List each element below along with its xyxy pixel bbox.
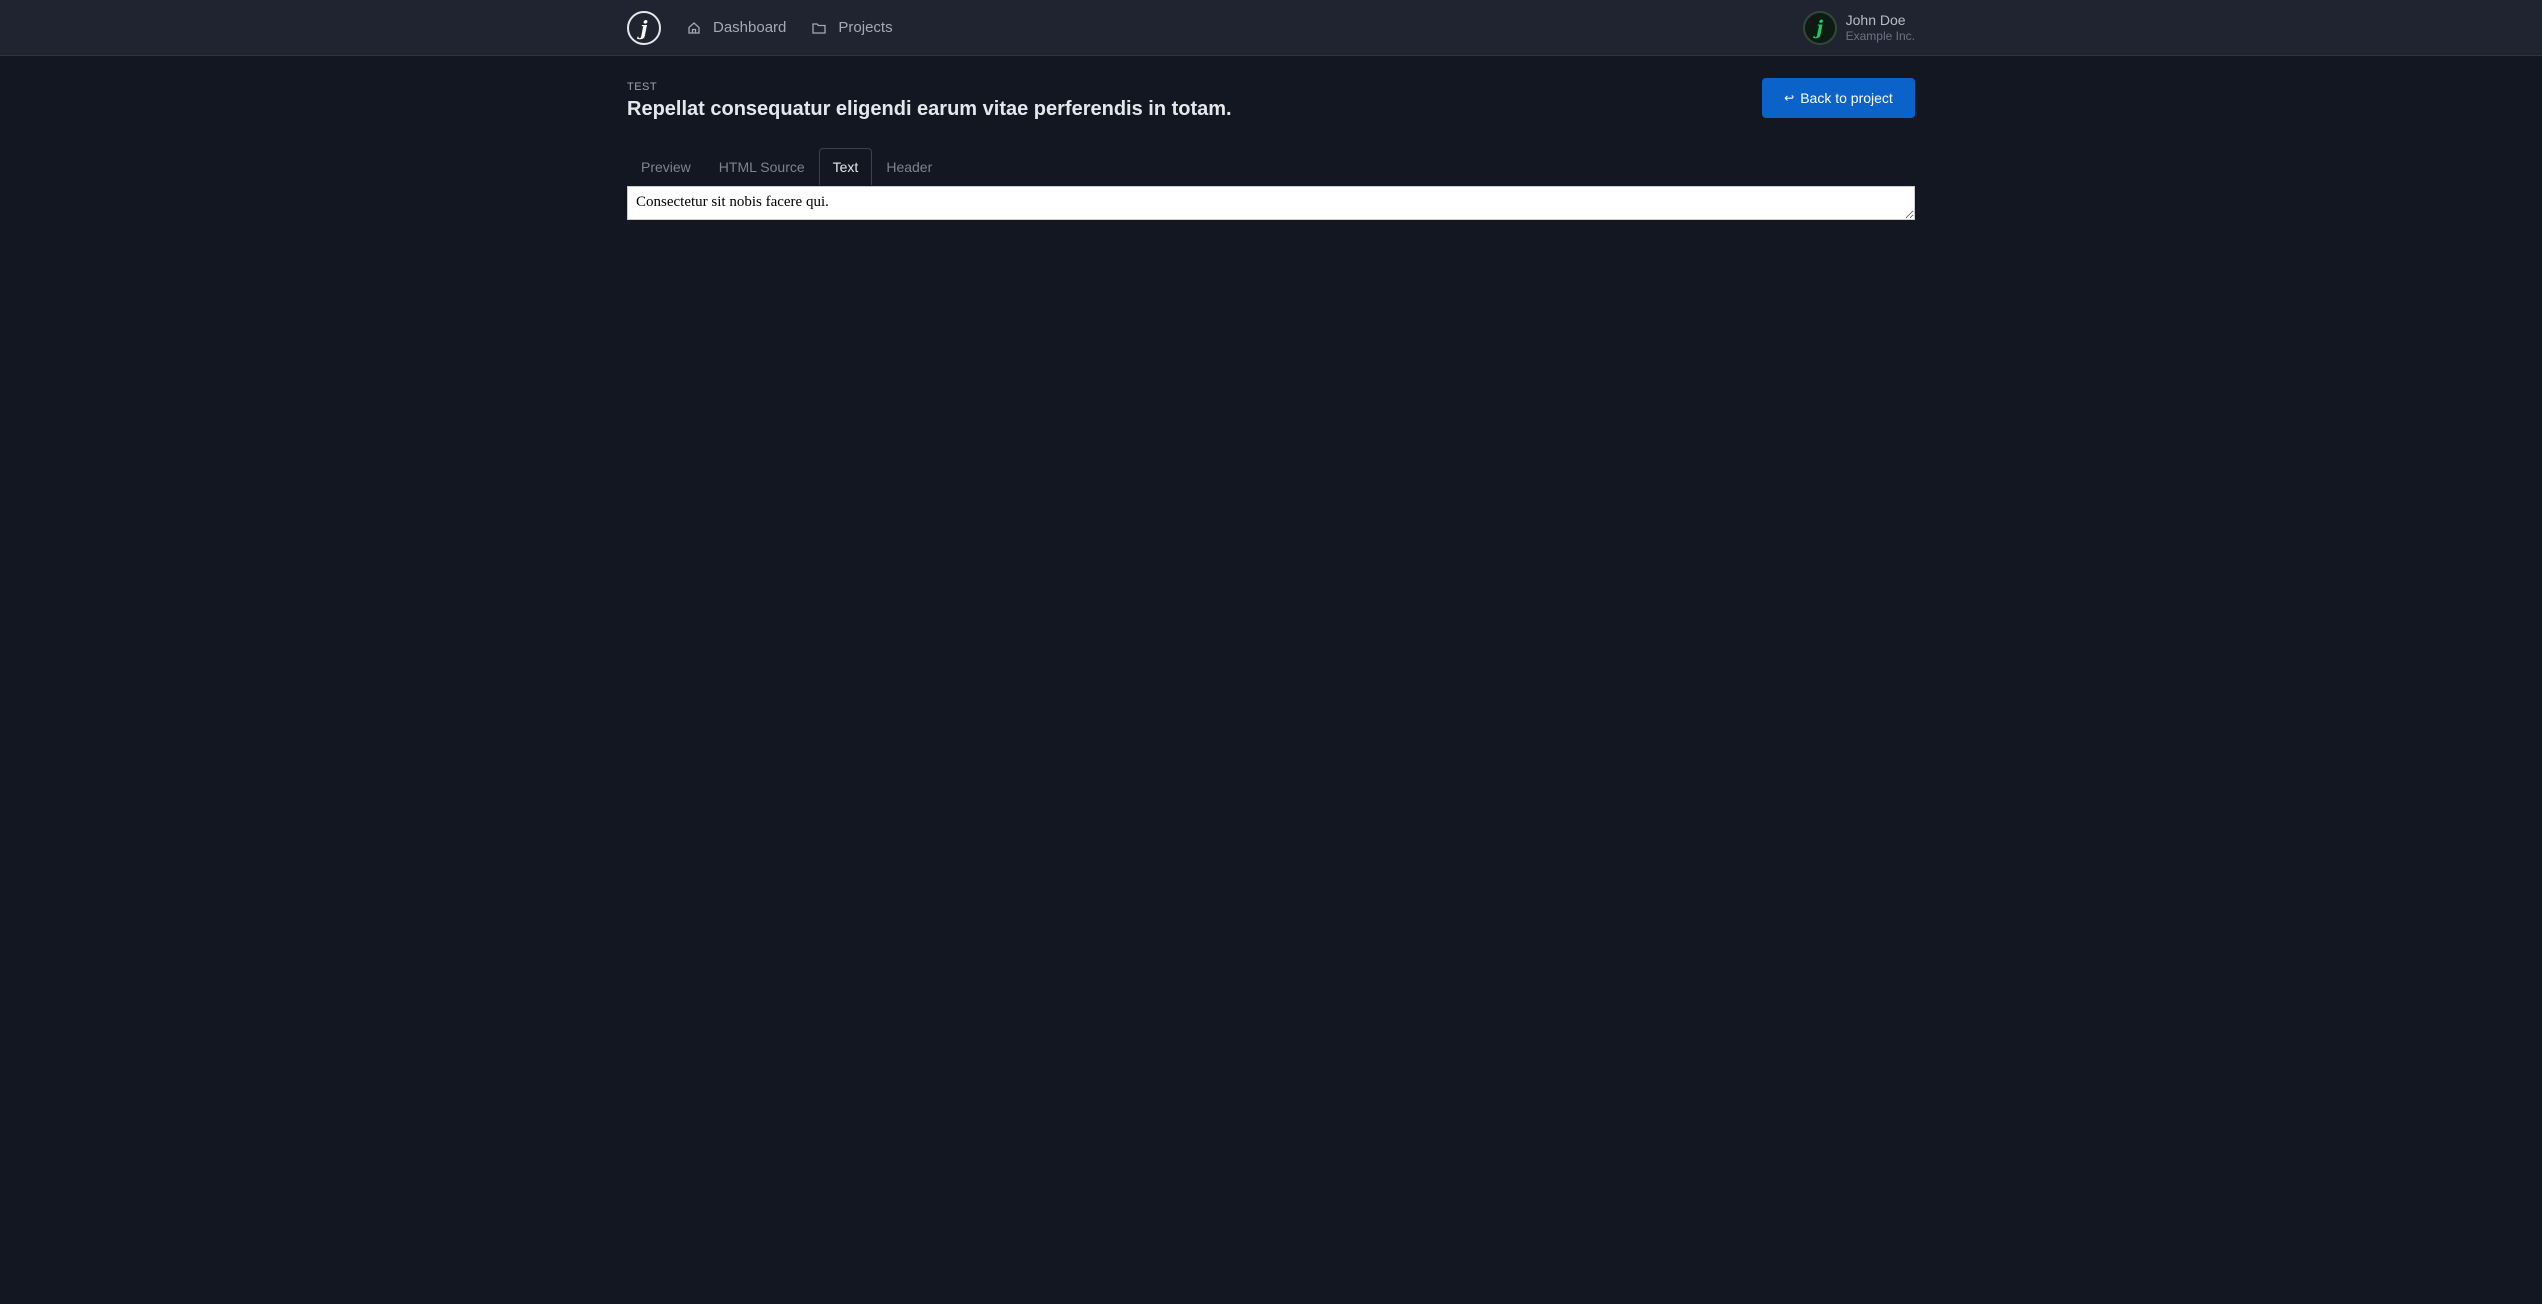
app-logo[interactable]: j (627, 10, 661, 45)
folder-icon (812, 22, 827, 34)
user-name: John Doe (1845, 11, 1906, 28)
nav-item-dashboard[interactable]: Dashboard (687, 19, 786, 36)
page-kicker: TEST (627, 81, 658, 93)
home-icon (688, 21, 700, 34)
return-arrow-icon: ↩ (1784, 91, 1795, 105)
tab-preview[interactable]: Preview (627, 148, 705, 185)
page-title: Repellat consequatur eligendi earum vita… (627, 98, 1232, 120)
tab-header[interactable]: Header (872, 148, 946, 185)
text-content-editor[interactable]: Consectetur sit nobis facere qui. (627, 186, 1915, 220)
avatar: j (1802, 10, 1837, 45)
nav-item-projects[interactable]: Projects (812, 19, 893, 36)
user-organization: Example Inc. (1845, 28, 1915, 43)
topbar-container: j Dashboard Projects j John Doe Example … (627, 0, 1915, 55)
back-to-project-label: Back to project (1800, 90, 1893, 106)
user-info: John Doe Example Inc. (1846, 12, 1915, 44)
main-nav: j Dashboard Projects (627, 10, 919, 45)
user-menu[interactable]: j John Doe Example Inc. (1802, 10, 1915, 45)
top-navbar: j Dashboard Projects j John Doe Example … (0, 0, 2542, 56)
view-tabs: Preview HTML Source Text Header (627, 148, 946, 185)
nav-item-projects-label: Projects (838, 19, 893, 36)
back-to-project-button[interactable]: ↩ Back to project (1762, 78, 1915, 118)
nav-item-dashboard-label: Dashboard (713, 19, 787, 36)
tab-text[interactable]: Text (818, 148, 873, 185)
tab-html-source[interactable]: HTML Source (705, 148, 819, 185)
